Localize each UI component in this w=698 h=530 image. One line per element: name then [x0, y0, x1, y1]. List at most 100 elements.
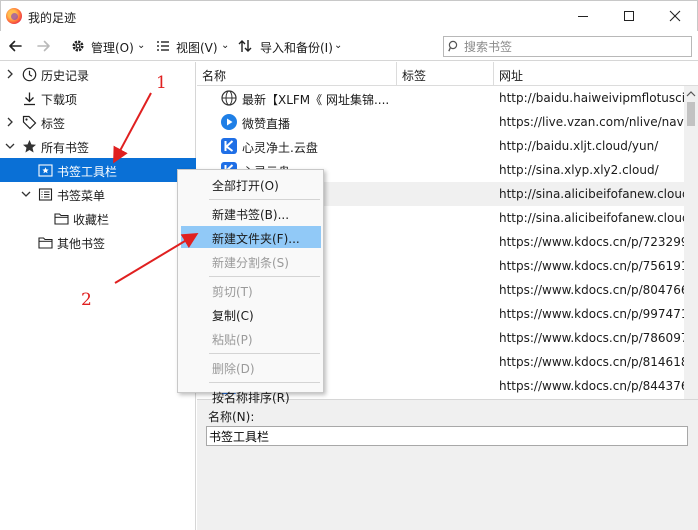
- maximize-button[interactable]: [606, 1, 652, 31]
- menu-item-label: 新建分割条(S): [212, 256, 289, 270]
- row-url: http://baidu.haiweivipmflotusci...: [499, 91, 684, 105]
- tag-icon: [21, 114, 37, 130]
- menu-separator: [209, 276, 320, 277]
- menu-item[interactable]: 按名称排序(R): [181, 385, 321, 407]
- chevron-down-icon: ⌄: [137, 40, 146, 51]
- clock-icon: [21, 66, 37, 82]
- bookmarks-toolbar-icon: [37, 162, 53, 178]
- list-scrollbar[interactable]: [684, 86, 698, 399]
- tree-item-label: 收藏栏: [73, 213, 110, 227]
- import-export-icon: [236, 37, 254, 55]
- column-header-name[interactable]: 名称: [197, 62, 396, 86]
- close-button[interactable]: [652, 1, 698, 31]
- forward-button[interactable]: [35, 37, 53, 55]
- menu-item: 粘贴(P): [181, 327, 321, 349]
- tree-item-label: 其他书签: [57, 237, 106, 251]
- back-button[interactable]: [6, 37, 24, 55]
- search-icon: [448, 40, 458, 52]
- row-name: 微赞直播: [242, 117, 291, 131]
- row-name: 最新【XLFM《 网址集锦....: [242, 93, 390, 107]
- name-field-label: 名称(N):: [208, 410, 255, 424]
- menu-separator: [209, 199, 320, 200]
- menu-item-label: 删除(D): [212, 362, 255, 376]
- search-bookmarks-box[interactable]: [443, 36, 692, 57]
- row-url: http://baidu.xljt.cloud/yun/: [499, 139, 659, 153]
- tree-item-all-bookmarks[interactable]: 所有书签: [0, 134, 196, 158]
- search-input[interactable]: [464, 38, 688, 55]
- menu-item: 删除(D): [181, 356, 321, 378]
- globe-icon: [220, 89, 238, 107]
- menu-separator: [209, 353, 320, 354]
- chevron-right-icon[interactable]: [2, 114, 18, 130]
- tree-item-bookmarks-menu[interactable]: 书签菜单: [0, 182, 196, 206]
- details-pane: 名称(N):: [197, 399, 698, 530]
- gear-icon: [69, 37, 87, 55]
- folder-icon: [53, 210, 69, 226]
- tree-item-label: 下载项: [41, 93, 78, 107]
- import-backup-menu-button[interactable]: 导入和备份(I): [260, 39, 333, 56]
- minimize-icon: [578, 16, 588, 17]
- table-row[interactable]: 最新【XLFM《 网址集锦.... http://baidu.haiweivipm…: [197, 86, 684, 110]
- menu-separator: [209, 382, 320, 383]
- tree-item-label: 书签工具栏: [57, 165, 118, 179]
- chevron-down-icon: ⌄: [334, 40, 343, 51]
- menu-item-label: 新建文件夹(F)...: [212, 232, 300, 246]
- table-row[interactable]: 心灵净土.云盘 http://baidu.xljt.cloud/yun/: [197, 134, 684, 158]
- menu-item-label: 剪切(T): [212, 285, 253, 299]
- column-header-location[interactable]: 网址: [494, 62, 698, 86]
- back-arrow-icon: [9, 40, 22, 52]
- row-url: https://www.kdocs.cn/p/786097: [499, 331, 684, 345]
- minimize-button[interactable]: [560, 1, 606, 31]
- scrollbar-thumb[interactable]: [687, 102, 695, 126]
- tree-item-favorites-folder[interactable]: 收藏栏: [0, 206, 196, 230]
- forward-arrow-icon: [37, 40, 50, 52]
- row-url: https://www.kdocs.cn/p/804766: [499, 283, 684, 297]
- menu-item: 剪切(T): [181, 279, 321, 301]
- window-title: 我的足迹: [28, 11, 77, 25]
- scroll-up-arrow-icon: [686, 91, 696, 97]
- tree-item-tags[interactable]: 标签: [0, 110, 196, 134]
- table-row[interactable]: 微赞直播 https://live.vzan.com/nlive/nav...: [197, 110, 684, 134]
- menu-item-label: 新建书签(B)...: [212, 208, 290, 222]
- context-menu: 全部打开(O) 新建书签(B)... 新建文件夹(F)... 新建分割条(S) 剪切(T…: [177, 169, 324, 405]
- menu-item: 新建分割条(S): [181, 250, 321, 272]
- organize-menu-button[interactable]: 管理(O): [91, 39, 134, 56]
- menu-item-label: 按名称排序(R): [212, 391, 290, 405]
- chevron-down-icon: ⌄: [221, 40, 230, 51]
- star-icon: [21, 138, 37, 154]
- library-toolbar: 管理(O) ⌄ 视图(V) ⌄ 导入和备份(I) ⌄: [0, 31, 698, 61]
- row-url: http://sina.alicibeifofanew.cloud: [499, 211, 684, 225]
- menu-item[interactable]: 新建文件夹(F)...: [181, 226, 321, 248]
- chevron-right-icon[interactable]: [2, 66, 18, 82]
- row-url: https://www.kdocs.cn/p/723299: [499, 235, 684, 249]
- vzan-icon: [220, 113, 238, 131]
- maximize-icon: [624, 11, 634, 21]
- chevron-down-icon[interactable]: [18, 186, 34, 202]
- list-icon: [154, 37, 172, 55]
- tree-item-other-bookmarks[interactable]: 其他书签: [0, 230, 196, 254]
- name-field[interactable]: [206, 426, 688, 446]
- row-url: https://www.kdocs.cn/p/997471: [499, 307, 684, 321]
- menu-item-label: 复制(C): [212, 309, 254, 323]
- row-url: https://www.kdocs.cn/p/814618: [499, 355, 684, 369]
- tree-item-label: 书签菜单: [57, 189, 106, 203]
- folder-icon: [37, 234, 53, 250]
- close-icon: [669, 10, 681, 22]
- menu-item[interactable]: 新建书签(B)...: [181, 202, 321, 224]
- tree-item-bookmarks-toolbar[interactable]: 书签工具栏: [0, 158, 196, 182]
- annotation-number-1: 1: [156, 73, 167, 93]
- k-logo-icon: [220, 137, 238, 155]
- menu-item[interactable]: 复制(C): [181, 303, 321, 325]
- menu-item-label: 全部打开(O): [212, 179, 279, 193]
- views-menu-button[interactable]: 视图(V): [176, 39, 218, 56]
- row-name: 心灵净土.云盘: [242, 141, 318, 155]
- chevron-down-icon[interactable]: [2, 138, 18, 154]
- menu-item[interactable]: 全部打开(O): [181, 173, 321, 195]
- row-url: http://sina.alicibeifofanew.cloud: [499, 187, 684, 201]
- row-url: http://sina.xlyp.xly2.cloud/: [499, 163, 659, 177]
- row-url: https://live.vzan.com/nlive/nav...: [499, 115, 684, 129]
- row-url: https://www.kdocs.cn/p/756191: [499, 259, 684, 273]
- download-icon: [21, 90, 37, 106]
- row-url: https://www.kdocs.cn/p/844376: [499, 379, 684, 393]
- column-header-tags[interactable]: 标签: [397, 62, 493, 86]
